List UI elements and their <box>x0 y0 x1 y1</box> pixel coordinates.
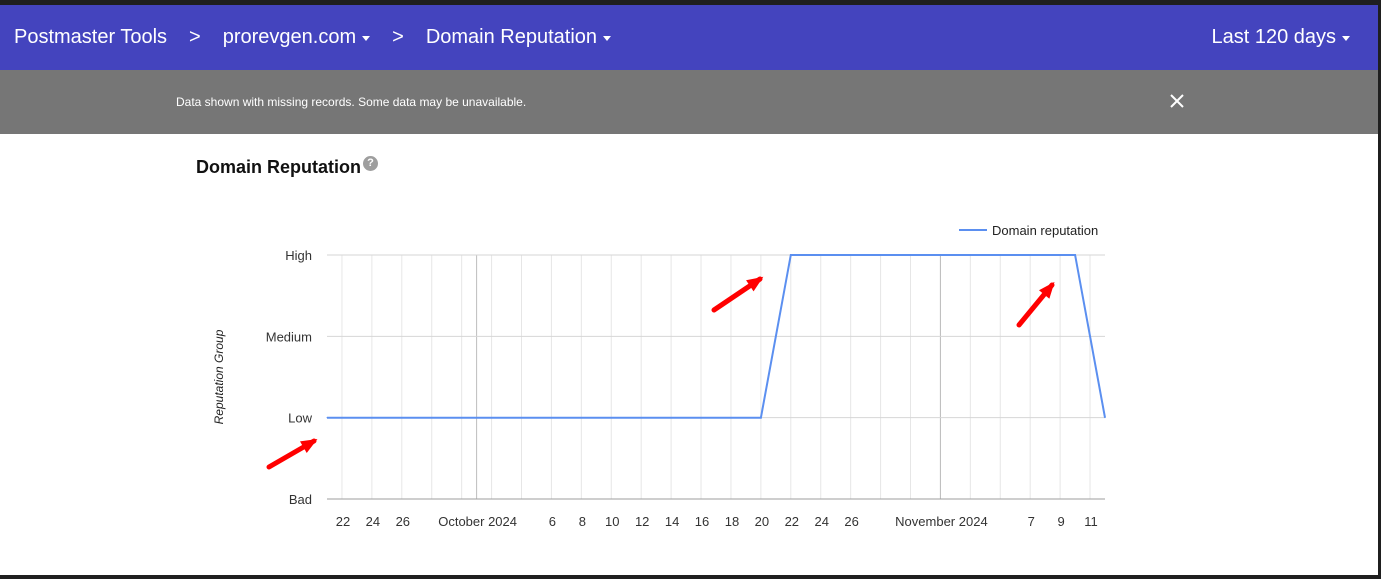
data-point <box>790 254 792 256</box>
x-tick-label: 14 <box>665 514 679 529</box>
data-point <box>760 417 762 419</box>
x-tick-label: 24 <box>814 514 828 529</box>
x-tick-label: 11 <box>1084 514 1098 529</box>
x-tick-label: 8 <box>579 514 586 529</box>
x-tick-label: 16 <box>695 514 709 529</box>
domain-reputation-chart: Bad Low Medium High Reputation Group 22 24 26 Oc… <box>212 223 1106 529</box>
app-frame: Postmaster Tools > prorevgen.com > Domai… <box>0 5 1378 575</box>
y-axis-title: Reputation Group <box>212 329 226 424</box>
y-tick-label: Medium <box>266 329 312 344</box>
x-tick-label: 10 <box>605 514 619 529</box>
x-tick-label: 24 <box>366 514 380 529</box>
x-tick-label: 12 <box>635 514 649 529</box>
x-tick-label: 7 <box>1028 514 1035 529</box>
x-tick-label: 26 <box>844 514 858 529</box>
x-tick-label: 18 <box>725 514 739 529</box>
y-tick-label: Bad <box>289 492 312 507</box>
x-tick-label: 26 <box>396 514 410 529</box>
x-tick-label: 9 <box>1057 514 1064 529</box>
legend-label: Domain reputation <box>992 223 1098 238</box>
y-tick-label: High <box>285 248 312 263</box>
x-tick-label: November 2024 <box>895 514 988 529</box>
x-tick-label: 22 <box>785 514 799 529</box>
x-tick-label: 6 <box>549 514 556 529</box>
x-tick-label: 22 <box>336 514 350 529</box>
data-point <box>1104 417 1106 419</box>
y-tick-label: Low <box>288 411 312 426</box>
x-tick-label: 20 <box>755 514 769 529</box>
data-point <box>1074 254 1076 256</box>
x-tick-label: October 2024 <box>438 514 517 529</box>
data-point <box>326 417 328 419</box>
